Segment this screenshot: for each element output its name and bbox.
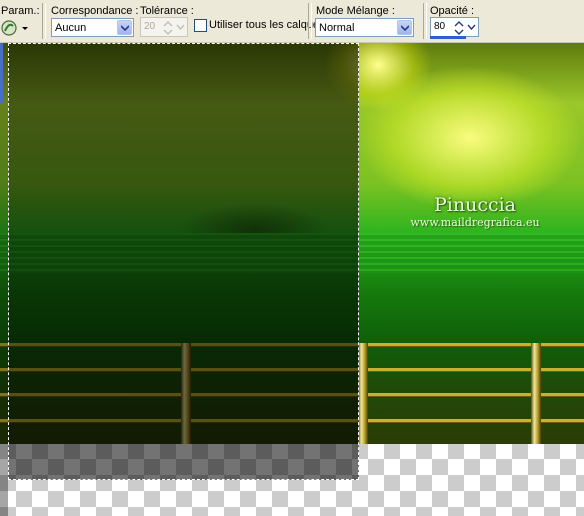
match-mode-select[interactable]: Aucun xyxy=(51,18,134,37)
canvas-left-margin xyxy=(0,43,8,516)
use-all-layers-checkbox[interactable] xyxy=(194,19,207,32)
watermark-title: Pinuccia xyxy=(433,194,517,216)
dropdown-arrow-icon[interactable] xyxy=(397,20,412,35)
railing-post xyxy=(358,343,368,444)
tolerance-spin-buttons[interactable] xyxy=(162,19,174,35)
spin-down-icon[interactable] xyxy=(453,27,465,35)
blend-mode-value: Normal xyxy=(319,22,355,34)
tool-options-toolbar: Param.: Correspondance : Aucun Tolérance… xyxy=(0,0,584,43)
preset-icon xyxy=(0,20,18,40)
opacity-spin-buttons[interactable] xyxy=(453,19,465,35)
toolbar-separator xyxy=(42,3,46,39)
left-panel-edge[interactable] xyxy=(0,43,3,103)
toolbar-separator xyxy=(308,3,312,39)
preset-label: Param.: xyxy=(1,5,40,17)
selection-marquee[interactable] xyxy=(8,43,359,480)
watermark-url: www.maildregrafica.eu xyxy=(410,216,540,229)
opacity-slider-bar[interactable] xyxy=(430,36,466,39)
spin-up-icon[interactable] xyxy=(453,19,465,27)
railing-post xyxy=(531,343,541,444)
preset-button[interactable] xyxy=(0,19,20,38)
opacity-label: Opacité : xyxy=(430,5,475,17)
dropdown-arrow-icon[interactable] xyxy=(466,19,477,35)
blend-mode-select[interactable]: Normal xyxy=(315,18,414,37)
tolerance-spinner[interactable]: 20 xyxy=(140,17,188,37)
spin-down-icon[interactable] xyxy=(162,27,174,35)
tolerance-value: 20 xyxy=(144,21,156,32)
opacity-spinner[interactable]: 80 xyxy=(430,17,479,37)
image-canvas[interactable]: Pinuccia www.maildregrafica.eu xyxy=(0,43,584,516)
opacity-value: 80 xyxy=(434,21,446,32)
preset-dropdown-arrow-icon[interactable] xyxy=(21,22,31,34)
dropdown-arrow-icon[interactable] xyxy=(117,20,132,35)
spin-up-icon[interactable] xyxy=(162,19,174,27)
blend-mode-label: Mode Mélange : xyxy=(316,5,395,17)
dropdown-arrow-icon[interactable] xyxy=(175,19,186,35)
match-mode-value: Aucun xyxy=(55,22,87,34)
tolerance-label: Tolérance : xyxy=(140,5,194,17)
toolbar-separator xyxy=(423,3,427,39)
match-mode-label: Correspondance : xyxy=(51,5,139,17)
